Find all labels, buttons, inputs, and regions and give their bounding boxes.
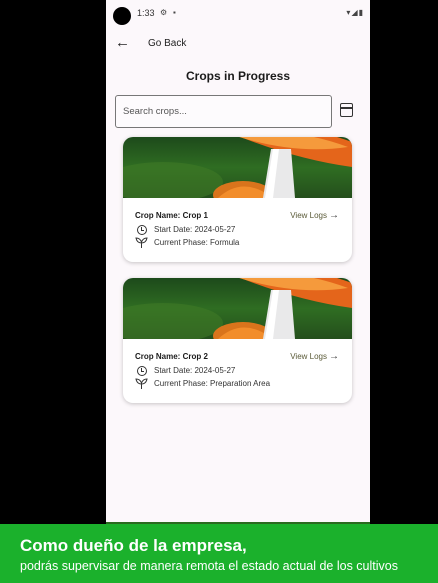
calendar-icon[interactable] [340,103,353,117]
sd-card-icon: ▪ [173,8,176,17]
mushroom-image [123,278,352,339]
clock-icon [135,365,148,376]
caption-line-2: podrás supervisar de manera remota el es… [20,559,398,573]
phase-row: Current Phase: Preparation Area [135,378,270,389]
clock-icon [135,224,148,235]
caption-banner: Como dueño de la empresa, podrás supervi… [0,524,438,583]
search-box [115,95,332,128]
go-back-button[interactable]: Go Back [148,38,186,49]
page-title: Crops in Progress [185,69,291,83]
arrow-right-icon: → [329,210,339,221]
sprout-icon [135,378,148,389]
gear-icon: ⚙ [160,8,168,17]
sprout-icon [135,237,148,248]
crop-card[interactable]: Crop Name: Crop 2 View Logs → Start Date:… [123,278,352,403]
caption-line-1: Como dueño de la empresa, [20,536,247,555]
current-phase: Current Phase: Preparation Area [154,379,271,388]
arrow-left-icon[interactable]: ← [115,34,130,51]
video-frame: 1:33 ⚙ ▪ ▾◢▮ ← Go Back Crops in Progress [0,0,438,583]
current-phase: Current Phase: Formula [154,238,240,247]
view-logs-link[interactable]: View Logs → [290,210,339,221]
camera-cutout [113,7,131,25]
crop-name: Crop Name: Crop 2 [135,352,208,361]
start-date-row: Start Date: 2024-05-27 [135,365,235,376]
search-input[interactable] [116,96,331,127]
view-logs-label: View Logs [290,352,327,361]
status-time: 1:33 [137,8,155,18]
crop-name: Crop Name: Crop 1 [135,211,208,220]
view-logs-link[interactable]: View Logs → [290,351,339,362]
view-logs-label: View Logs [290,211,327,220]
crop-card[interactable]: Crop Name: Crop 1 View Logs → Start Date:… [123,137,352,262]
start-date-row: Start Date: 2024-05-27 [135,224,235,235]
start-date: Start Date: 2024-05-27 [154,225,236,234]
start-date: Start Date: 2024-05-27 [154,366,236,375]
arrow-right-icon: → [329,351,339,362]
phone-screen: 1:33 ⚙ ▪ ▾◢▮ ← Go Back Crops in Progress [106,0,370,583]
status-bar: 1:33 ⚙ ▪ ▾◢▮ [106,0,370,30]
mushroom-image [123,137,352,198]
phase-row: Current Phase: Formula [135,237,239,248]
top-bar: ← Go Back [106,30,370,58]
signal-icon: ▾◢▮ [346,8,364,17]
